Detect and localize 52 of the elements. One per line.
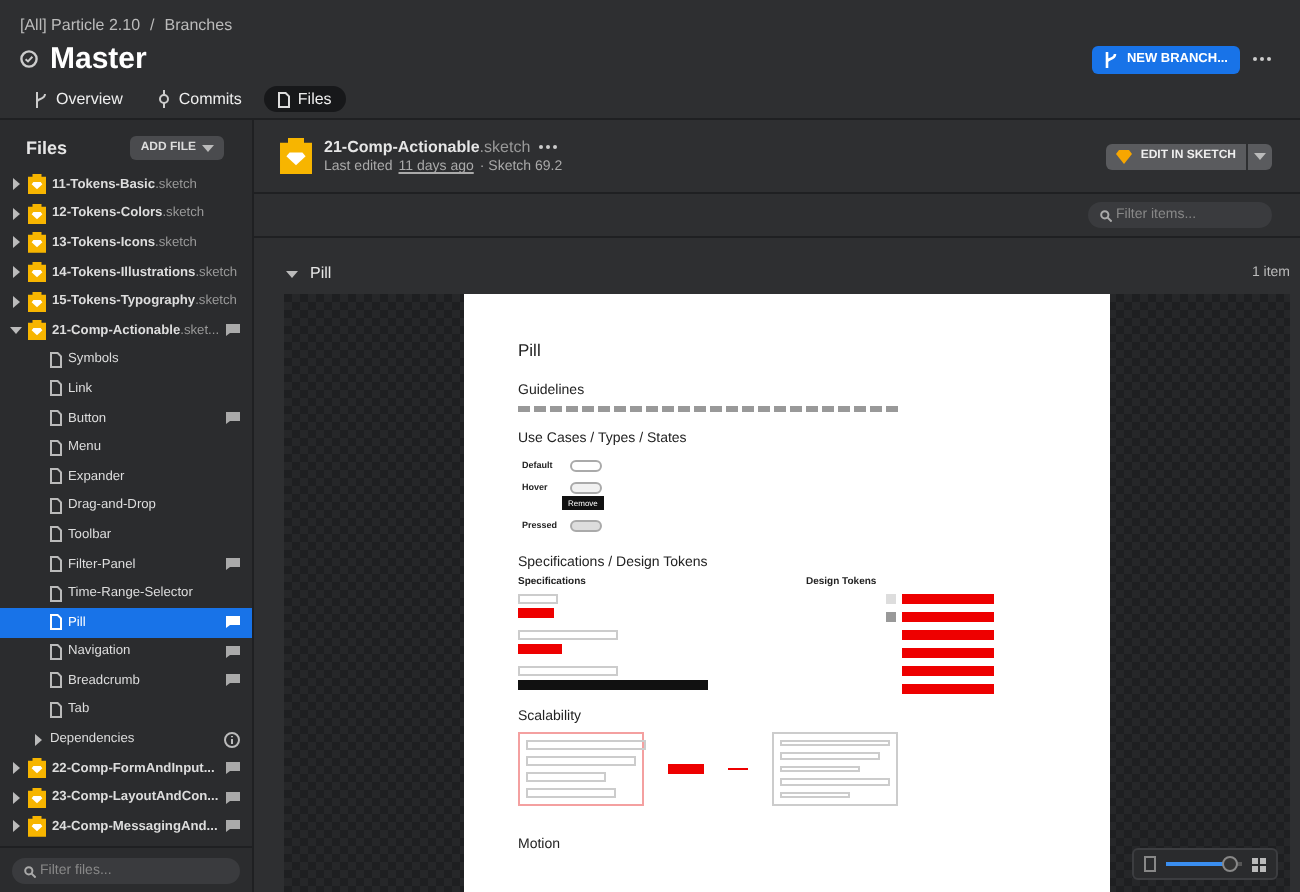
sketch-file-icon [28, 291, 46, 312]
token-list-drawing [886, 594, 994, 694]
section-title: Pill [310, 264, 332, 282]
sketch-file-icon [28, 174, 46, 195]
branch-icon [34, 91, 48, 107]
more-icon[interactable] [538, 144, 559, 150]
caret-icon[interactable] [10, 762, 22, 775]
breadcrumb-link[interactable]: Branches [164, 16, 233, 34]
caret-icon [202, 142, 214, 154]
caret-icon[interactable] [10, 266, 22, 279]
caret-icon[interactable] [10, 236, 22, 249]
caret-icon[interactable] [10, 207, 22, 220]
caret-icon[interactable] [10, 178, 22, 191]
more-icon[interactable] [1252, 56, 1272, 62]
sketch-file-icon [28, 232, 46, 254]
sidebar-title: Files [26, 138, 68, 158]
check-circle-icon [20, 50, 38, 68]
caret-icon[interactable] [10, 295, 22, 308]
sketch-file-icon [28, 261, 46, 283]
dropdown-button[interactable] [1248, 143, 1272, 169]
artboard-title: Pill [518, 340, 543, 360]
caret-icon[interactable] [32, 733, 44, 746]
sketch-file-icon [28, 203, 46, 225]
caret-icon[interactable] [10, 791, 22, 804]
breadcrumb-separator: / [150, 16, 155, 34]
info-icon [224, 731, 240, 748]
tab[interactable]: Files [263, 86, 346, 112]
commit-icon [158, 90, 171, 108]
document-icon [277, 91, 290, 107]
search-icon [1100, 210, 1112, 222]
file-name: 21-Comp-Actionable.sketch [324, 138, 531, 156]
branch-icon [1104, 51, 1119, 67]
pill-drawing [570, 519, 602, 531]
pill-drawing [570, 459, 602, 471]
diamond-icon [1116, 149, 1133, 163]
search-icon [24, 866, 36, 878]
caret-icon[interactable] [10, 324, 22, 337]
fit-icon[interactable] [1144, 856, 1156, 872]
sketch-file-icon [28, 758, 46, 779]
sketch-file-icon [280, 137, 312, 175]
sketch-file-icon [28, 816, 46, 838]
caret-icon [1254, 150, 1266, 162]
caret-icon[interactable] [286, 267, 298, 279]
sketch-file-icon [28, 320, 46, 341]
page-title: Master [50, 42, 149, 76]
breadcrumb-link[interactable]: [All] Particle 2.10 [20, 16, 141, 34]
tab[interactable]: Commits [144, 86, 256, 112]
sketch-file-icon [28, 787, 46, 808]
caret-icon[interactable] [10, 820, 22, 833]
tab[interactable]: Overview [20, 86, 137, 112]
pill-drawing [570, 481, 602, 493]
grid-icon[interactable] [1252, 857, 1266, 871]
